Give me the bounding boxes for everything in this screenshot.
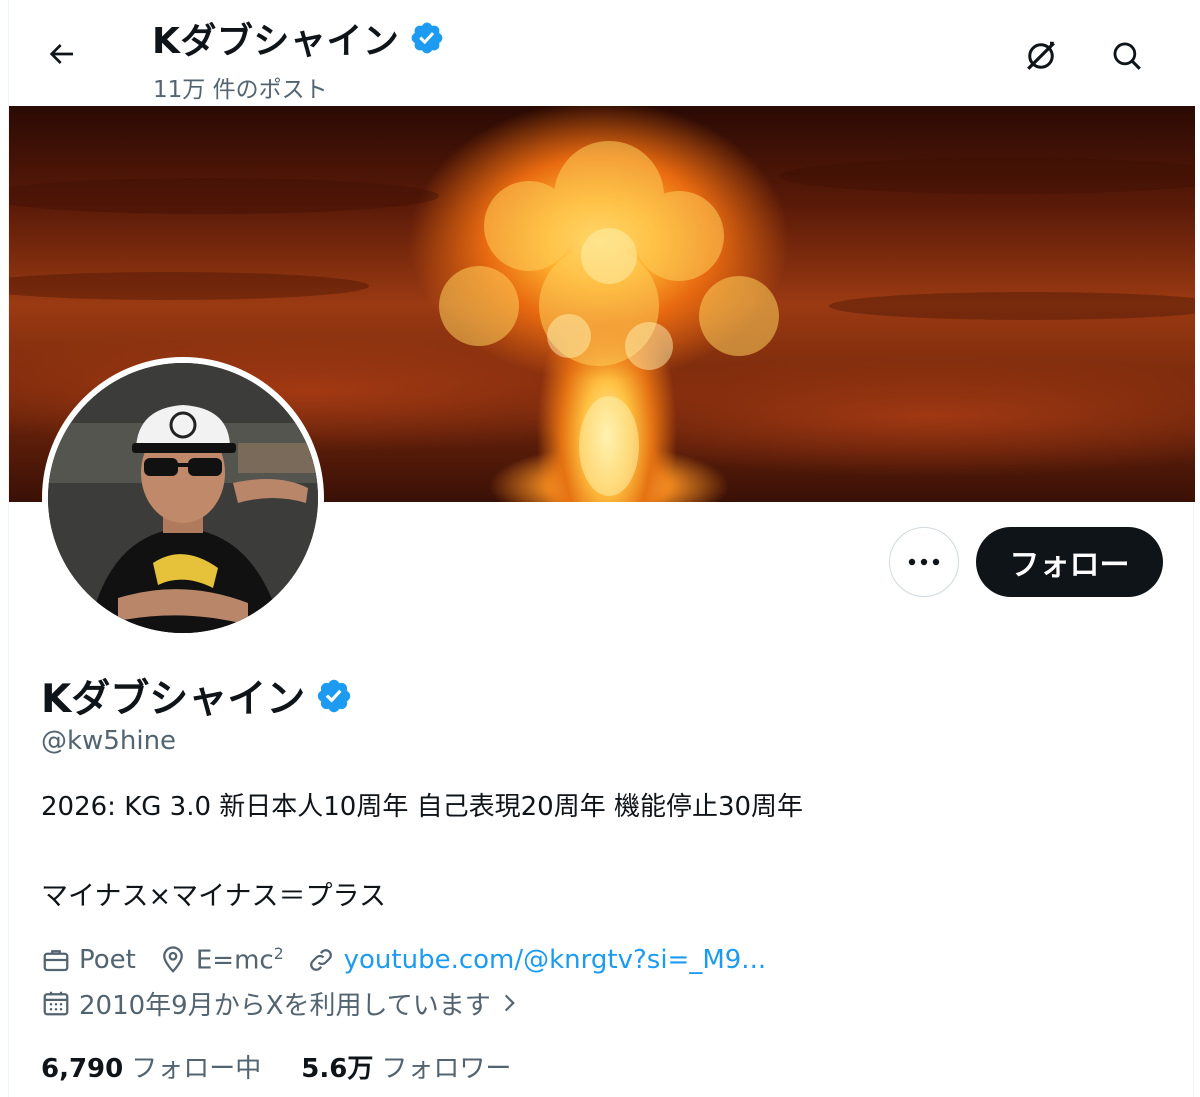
- profession-item: Poet: [41, 945, 136, 975]
- search-button[interactable]: [1101, 30, 1153, 82]
- briefcase-icon: [43, 950, 69, 972]
- location-text: E=mc2: [195, 944, 284, 976]
- post-count: 11万 件のポスト: [153, 77, 328, 103]
- profile-page: Kダブシャイン 11万 件のポスト フォロー Kダブシャイン @kw5hine …: [8, 0, 1195, 1097]
- verified-badge-icon[interactable]: [315, 677, 353, 715]
- profile-bio: 2026: KG 3.0 新日本人10周年 自己表現20周年 機能停止30周年: [41, 792, 803, 822]
- profile-avatar[interactable]: [42, 357, 324, 639]
- top-bar: Kダブシャイン 11万 件のポスト: [9, 0, 1195, 106]
- calendar-icon: [43, 991, 69, 1016]
- follow-stats: 6,790 フォロー中 5.6万 フォロワー: [41, 1046, 551, 1086]
- profile-name-row: Kダブシャイン: [41, 668, 353, 724]
- follow-button[interactable]: フォロー: [976, 527, 1163, 597]
- joined-text: 2010年9月からXを利用しています: [79, 990, 491, 1021]
- following-stat[interactable]: 6,790 フォロー中: [41, 1048, 261, 1085]
- profession-text: Poet: [79, 945, 136, 975]
- grok-icon: [1027, 41, 1055, 70]
- more-dots-icon: [908, 558, 940, 566]
- followers-stat[interactable]: 5.6万 フォロワー: [301, 1048, 511, 1085]
- link-icon: [309, 949, 332, 971]
- grok-button[interactable]: [1015, 30, 1067, 82]
- followers-count: 5.6万: [301, 1053, 374, 1084]
- bio-line-1: 2026: KG 3.0 新日本人10周年 自己表現20周年 機能停止30周年: [41, 792, 804, 822]
- chevron-right-icon: [504, 994, 515, 1012]
- header-title-row: Kダブシャイン: [152, 12, 445, 64]
- bio-line-2: マイナス×マイナス＝プラス: [41, 881, 387, 912]
- website-link[interactable]: youtube.com/@knrgtv?si=_M9...: [344, 945, 766, 975]
- profile-display-name: Kダブシャイン: [41, 677, 306, 722]
- verified-badge-icon: [412, 22, 443, 54]
- website-item: youtube.com/@knrgtv?si=_M9...: [306, 945, 766, 975]
- back-arrow-icon: [49, 44, 73, 64]
- location-item: E=mc2: [158, 944, 284, 976]
- following-count: 6,790: [41, 1053, 124, 1084]
- location-pin-icon: [162, 946, 183, 973]
- more-options-button[interactable]: [889, 527, 959, 597]
- followers-label: フォロワー: [381, 1053, 512, 1084]
- back-button[interactable]: [37, 30, 85, 78]
- profile-handle: @kw5hine: [41, 726, 177, 756]
- header-title: Kダブシャイン: [152, 21, 400, 62]
- profile-meta-row: Poet E=mc2 youtube.com/@knrgtv?si=_M9...: [41, 940, 788, 980]
- avatar-photo: [48, 363, 318, 633]
- joined-row[interactable]: 2010年9月からXを利用しています: [41, 983, 521, 1023]
- search-icon: [1113, 42, 1141, 70]
- following-label: フォロー中: [131, 1053, 262, 1084]
